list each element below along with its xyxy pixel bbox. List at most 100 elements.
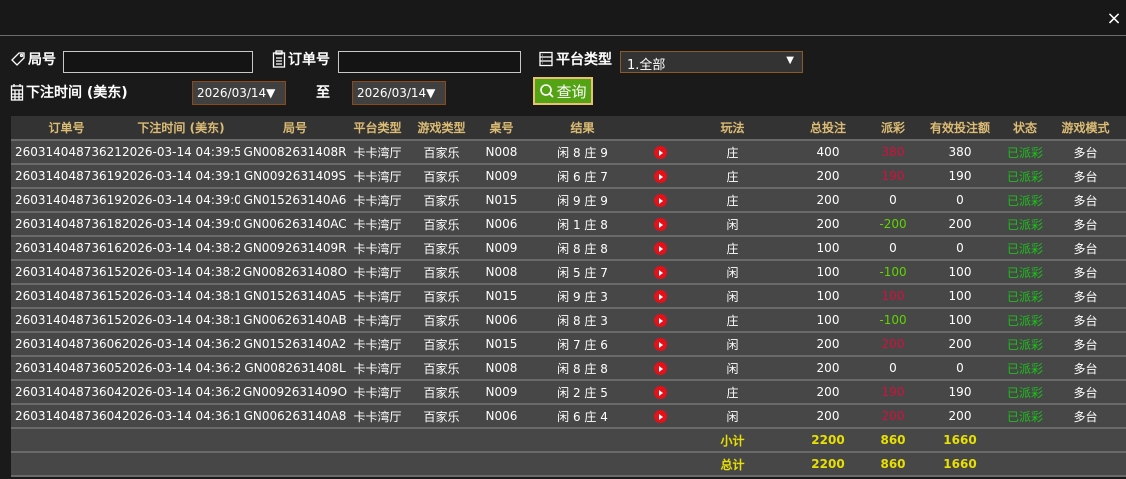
game-mode-cell: 多台 <box>1045 404 1126 429</box>
total-bet-cell: 200 <box>785 188 871 213</box>
table-row: 260314048736052 2026-03-14 04:36:23 GN0082… <box>11 356 1126 381</box>
round-no-cell: GN0092631409O <box>240 380 350 405</box>
game-mode-cell: 多台 <box>1045 236 1126 261</box>
total-total-bet: 2200 <box>785 452 871 477</box>
col-order-no-header: 订单号 <box>11 116 122 141</box>
result-cell: 闲 8 庄 9 <box>525 140 640 165</box>
bet-type-cell: 闲 <box>680 260 785 285</box>
round-input[interactable] <box>63 51 253 73</box>
order-input[interactable] <box>338 51 521 73</box>
round-no-cell: GN006263140AC <box>240 212 350 237</box>
play-video-icon[interactable] <box>653 242 667 255</box>
bet-time-cell: 2026-03-14 04:36:23 <box>122 356 240 381</box>
table-row: 260314048736151 2026-03-14 04:38:17 GN0062… <box>11 308 1126 333</box>
play-video-icon[interactable] <box>653 266 667 279</box>
status-cell: 已派彩 <box>1005 140 1045 165</box>
total-valid-bet: 1660 <box>915 452 1005 477</box>
status-cell: 已派彩 <box>1005 404 1045 429</box>
tag-icon <box>11 52 25 66</box>
play-video-icon[interactable] <box>653 218 667 231</box>
table-no-cell: N009 <box>478 236 525 261</box>
calendar-icon <box>10 84 24 101</box>
replay-cell <box>640 212 680 237</box>
bet-type-cell: 闲 <box>680 332 785 357</box>
col-round-no-header: 局号 <box>240 116 350 141</box>
table-row: 260314048736189 2026-03-14 04:39:07 GN0062… <box>11 212 1126 237</box>
empty-cell <box>240 452 350 477</box>
empty-cell <box>525 452 640 477</box>
empty-cell <box>11 428 122 453</box>
empty-cell <box>1005 428 1045 453</box>
table-row: 260314048736049 2026-03-14 04:36:21 GN0092… <box>11 380 1126 405</box>
bet-time-cell: 2026-03-14 04:36:18 <box>122 404 240 429</box>
date-from-picker[interactable]: 2026/03/14▼ <box>192 81 286 105</box>
valid-bet-cell: 0 <box>915 356 1005 381</box>
game-mode-cell: 多台 <box>1045 212 1126 237</box>
play-video-icon[interactable] <box>653 146 667 159</box>
col-table-no-header: 桌号 <box>478 116 525 141</box>
table-row: 260314048736191 2026-03-14 04:39:09 GN0152… <box>11 188 1126 213</box>
bet-time-cell: 2026-03-14 04:36:21 <box>122 380 240 405</box>
game-mode-cell: 多台 <box>1045 308 1126 333</box>
payout-cell: 200 <box>871 332 915 357</box>
replay-cell <box>640 140 680 165</box>
game-type-cell: 百家乐 <box>405 236 478 261</box>
play-video-icon[interactable] <box>653 386 667 399</box>
search-icon <box>540 84 555 98</box>
platform-cell: 卡卡湾厅 <box>350 404 405 429</box>
status-cell: 已派彩 <box>1005 188 1045 213</box>
round-no-cell: GN006263140AB <box>240 308 350 333</box>
order-no-cell: 260314048736157 <box>11 260 122 285</box>
bet-type-cell: 庄 <box>680 164 785 189</box>
col-game-mode-header: 游戏模式 <box>1045 116 1126 141</box>
round-no-cell: GN015263140A6 <box>240 188 350 213</box>
bet-time-cell: 2026-03-14 04:39:09 <box>122 188 240 213</box>
order-no-cell: 260314048736161 <box>11 236 122 261</box>
bet-time-cell: 2026-03-14 04:38:17 <box>122 308 240 333</box>
table-row: 260314048736045 2026-03-14 04:36:18 GN0062… <box>11 404 1126 429</box>
platform-cell: 卡卡湾厅 <box>350 188 405 213</box>
result-cell: 闲 5 庄 7 <box>525 260 640 285</box>
valid-bet-cell: 100 <box>915 284 1005 309</box>
game-type-cell: 百家乐 <box>405 140 478 165</box>
order-no-cell: 260314048736191 <box>11 188 122 213</box>
valid-bet-cell: 380 <box>915 140 1005 165</box>
total-label: 总计 <box>680 452 785 477</box>
play-video-icon[interactable] <box>653 338 667 351</box>
replay-cell <box>640 188 680 213</box>
game-mode-cell: 多台 <box>1045 164 1126 189</box>
platform-cell: 卡卡湾厅 <box>350 332 405 357</box>
payout-cell: 0 <box>871 356 915 381</box>
table-no-cell: N008 <box>478 140 525 165</box>
empty-cell <box>240 428 350 453</box>
close-button[interactable]: × <box>1104 8 1124 29</box>
play-video-icon[interactable] <box>653 410 667 423</box>
play-video-icon[interactable] <box>653 170 667 183</box>
table-row: 260314048736060 2026-03-14 04:36:25 GN0152… <box>11 332 1126 357</box>
round-no-cell: GN0082631408O <box>240 260 350 285</box>
bet-type-cell: 闲 <box>680 356 785 381</box>
play-video-icon[interactable] <box>653 194 667 207</box>
order-no-cell: 260314048736154 <box>11 284 122 309</box>
game-type-cell: 百家乐 <box>405 284 478 309</box>
play-video-icon[interactable] <box>653 362 667 375</box>
subtotal-valid-bet: 1660 <box>915 428 1005 453</box>
platform-cell: 卡卡湾厅 <box>350 308 405 333</box>
table-no-cell: N006 <box>478 404 525 429</box>
play-video-icon[interactable] <box>653 314 667 327</box>
subtotal-total-bet: 2200 <box>785 428 871 453</box>
play-video-icon[interactable] <box>653 290 667 303</box>
total-bet-cell: 400 <box>785 140 871 165</box>
date-to-picker[interactable]: 2026/03/14▼ <box>352 81 446 105</box>
payout-cell: 200 <box>871 404 915 429</box>
platform-select[interactable]: 1.全部 ▼ <box>620 51 803 73</box>
status-cell: 已派彩 <box>1005 164 1045 189</box>
total-bet-cell: 100 <box>785 284 871 309</box>
game-type-cell: 百家乐 <box>405 332 478 357</box>
game-type-cell: 百家乐 <box>405 188 478 213</box>
table-no-cell: N006 <box>478 212 525 237</box>
empty-cell <box>405 452 478 477</box>
order-no-cell: 260314048736151 <box>11 308 122 333</box>
list-icon <box>539 51 553 67</box>
query-button[interactable]: 查询 <box>533 77 593 105</box>
